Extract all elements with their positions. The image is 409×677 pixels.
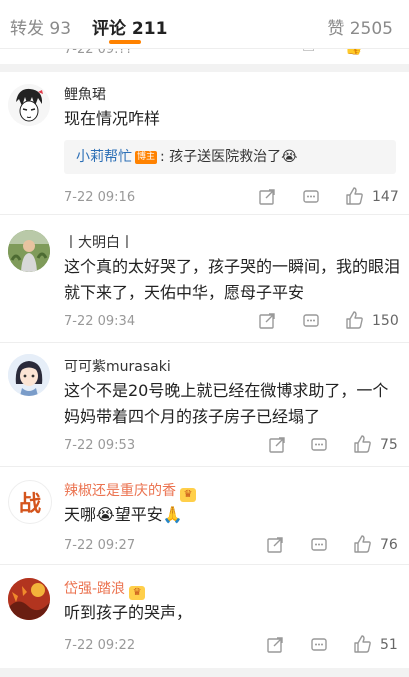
- tab-repost[interactable]: 转发 93: [10, 14, 71, 39]
- author-badge: 博主: [135, 151, 158, 164]
- comment-item: 丨大明白丨 这个真的太好哭了，孩子哭的一瞬间，我的眼泪就下来了，天佑中华，愿母子…: [0, 222, 409, 344]
- comment-date: 7-22 09:??: [64, 48, 133, 57]
- divider: [0, 564, 409, 565]
- avatar-image: [8, 84, 50, 126]
- comment-icon[interactable]: [302, 188, 320, 206]
- like-icon[interactable]: [352, 634, 372, 654]
- avatar[interactable]: [8, 84, 50, 126]
- like-count: 75: [380, 437, 398, 453]
- avatar[interactable]: [8, 230, 50, 272]
- divider: [0, 342, 409, 343]
- tab-likes[interactable]: 赞 2505: [327, 14, 393, 39]
- previous-comment-peek: 7-22 09:?? ▭ 👍: [0, 48, 409, 72]
- like-count: 51: [380, 637, 398, 653]
- crown-icon: ♛: [129, 586, 146, 600]
- avatar-image: [8, 354, 50, 396]
- avatar-glyph: 战: [18, 491, 41, 517]
- comment-icon[interactable]: ▭: [302, 48, 315, 56]
- reply-username[interactable]: 小莉帮忙: [76, 149, 132, 165]
- comment-text: 天哪😭望平安🙏: [64, 505, 183, 524]
- comment-date: 7-22 09:16: [64, 190, 136, 205]
- share-icon[interactable]: [266, 636, 284, 654]
- tab-comments[interactable]: 评论 211: [92, 14, 167, 39]
- comment-date: 7-22 09:27: [64, 538, 136, 553]
- like-icon[interactable]: [352, 434, 372, 454]
- reply-text: : 孩子送医院救治了😭: [160, 149, 298, 165]
- comment-date: 7-22 09:53: [64, 438, 136, 453]
- comment-date: 7-22 09:22: [64, 638, 136, 653]
- comment-item: 战 辣椒还是重庆的香 ♛ 天哪😭望平安🙏 7-22 09:27 76: [0, 470, 409, 566]
- comment-icon[interactable]: [310, 636, 328, 654]
- bottom-divider: [0, 668, 409, 677]
- like-count: 150: [372, 313, 399, 329]
- username-text: 岱强-踏浪: [64, 581, 126, 597]
- like-icon[interactable]: [344, 310, 364, 330]
- avatar-image: [8, 230, 50, 272]
- like-icon[interactable]: 👍: [345, 48, 362, 56]
- avatar[interactable]: 战: [8, 480, 52, 524]
- like-icon[interactable]: [344, 186, 364, 206]
- share-icon[interactable]: [268, 436, 286, 454]
- avatar[interactable]: [8, 354, 50, 396]
- reply-preview[interactable]: 小莉帮忙 博主: 孩子送医院救治了😭: [64, 140, 396, 174]
- username[interactable]: 鲤魚珺: [64, 84, 106, 104]
- share-icon[interactable]: [266, 536, 284, 554]
- username-text: 辣椒还是重庆的香: [64, 483, 176, 499]
- share-icon[interactable]: [258, 312, 276, 330]
- comment-tabs: 转发 93 评论 211 赞 2505: [0, 0, 409, 49]
- username[interactable]: 辣椒还是重庆的香 ♛: [64, 480, 196, 502]
- like-count: 147: [372, 189, 399, 205]
- avatar-image: [8, 578, 50, 620]
- comment-text: 这个不是20号晚上就已经在微博求助了，一个妈妈带着四个月的孩子房子已经塌了: [64, 381, 389, 426]
- comment-date: 7-22 09:34: [64, 314, 136, 329]
- comment-item: 鲤魚珺 现在情况咋样 小莉帮忙 博主: 孩子送医院救治了😭 7-22 09:16 …: [0, 72, 409, 220]
- like-icon[interactable]: [352, 534, 372, 554]
- active-tab-indicator: [109, 40, 141, 44]
- comment-icon[interactable]: [310, 536, 328, 554]
- comment-item: 岱强-踏浪 ♛ 听到孩子的哭声， 7-22 09:22 51: [0, 568, 409, 668]
- comment-text: 现在情况咋样: [64, 109, 161, 128]
- divider: [0, 214, 409, 215]
- like-count: 76: [380, 537, 398, 553]
- comment-text: 这个真的太好哭了，孩子哭的一瞬间，我的眼泪就下来了，天佑中华，愿母子平安: [64, 257, 401, 302]
- divider: [0, 466, 409, 467]
- comment-item: 可可紫murasaki 这个不是20号晚上就已经在微博求助了，一个妈妈带着四个月…: [0, 346, 409, 464]
- comment-text: 听到孩子的哭声，: [64, 603, 193, 622]
- username[interactable]: 岱强-踏浪 ♛: [64, 578, 146, 600]
- username[interactable]: 丨大明白丨: [64, 232, 134, 252]
- comment-icon[interactable]: [310, 436, 328, 454]
- comment-icon[interactable]: [302, 312, 320, 330]
- crown-icon: ♛: [180, 488, 196, 502]
- avatar[interactable]: [8, 578, 50, 620]
- share-icon[interactable]: [258, 188, 276, 206]
- username[interactable]: 可可紫murasaki: [64, 356, 171, 376]
